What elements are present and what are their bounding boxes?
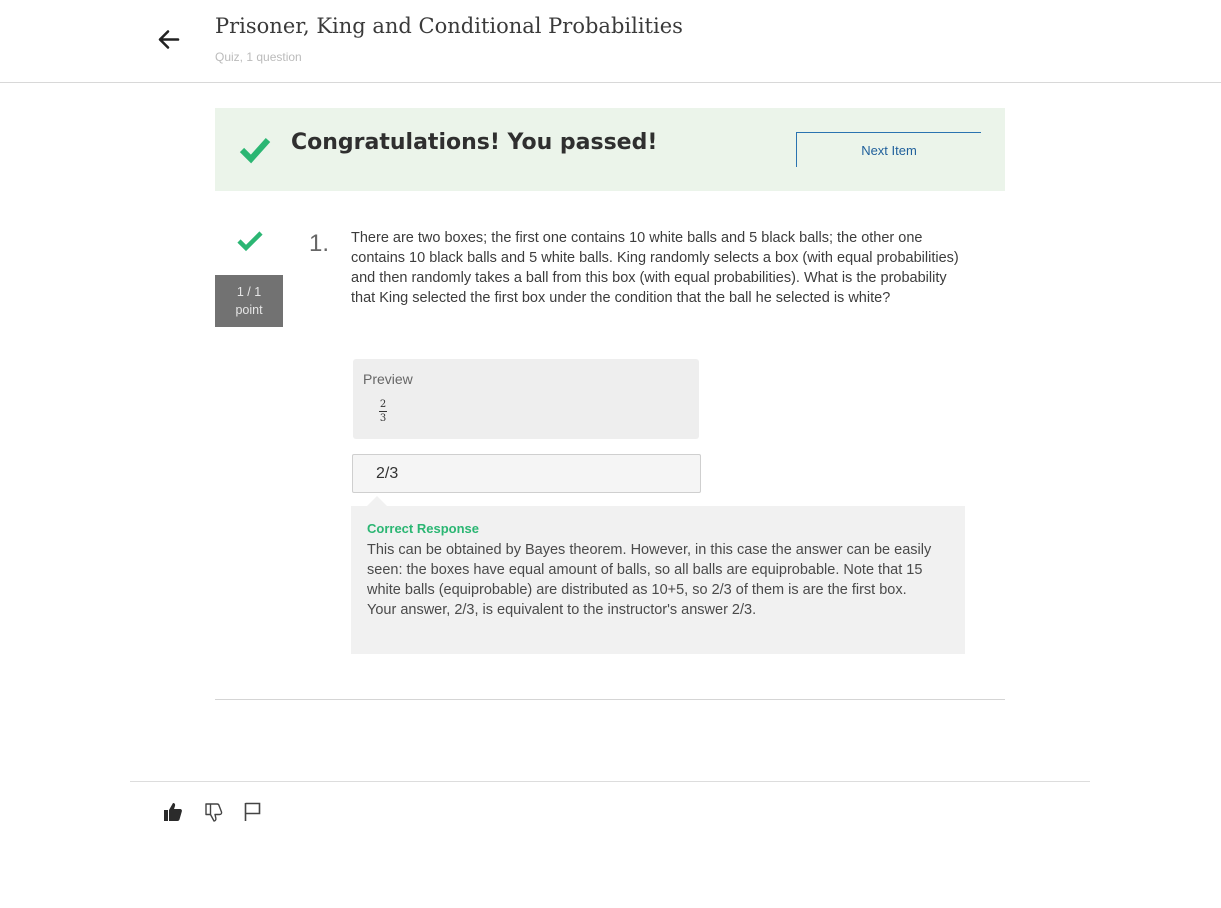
points-label: point: [235, 303, 263, 317]
feedback-panel: Correct Response This can be obtained by…: [351, 496, 965, 654]
divider: [215, 699, 1005, 700]
back-button[interactable]: [154, 25, 184, 55]
fraction-bar: [379, 411, 387, 412]
page-subtitle: Quiz, 1 question: [215, 50, 302, 64]
preview-label: Preview: [363, 371, 413, 387]
feedback-explanation: This can be obtained by Bayes theorem. H…: [367, 542, 932, 598]
checkmark-icon: [239, 137, 271, 164]
thumbs-up-icon: [164, 803, 182, 821]
question-text: There are two boxes; the first one conta…: [351, 230, 959, 306]
preview-fraction: 2 3: [379, 399, 387, 424]
feedback-pointer: [367, 496, 387, 506]
question-number: 1.: [309, 230, 330, 257]
points-badge: 1 / 1 point: [215, 275, 283, 327]
pass-banner: Congratulations! You passed! Next Item: [215, 108, 1005, 191]
divider: [130, 781, 1090, 782]
feedback-body: This can be obtained by Bayes theorem. H…: [367, 540, 937, 620]
checkmark-icon: [237, 231, 263, 252]
pass-message: Congratulations! You passed!: [291, 130, 658, 155]
next-item-button[interactable]: Next Item: [796, 132, 981, 167]
like-button[interactable]: [161, 800, 185, 824]
fraction-denominator: 3: [379, 413, 387, 424]
page-header: Prisoner, King and Conditional Probabili…: [0, 0, 1221, 83]
dislike-button[interactable]: [202, 800, 226, 824]
answer-input[interactable]: [352, 454, 701, 493]
thumbs-down-icon: [205, 803, 223, 822]
flag-button[interactable]: [241, 800, 265, 824]
points-score: 1 / 1: [236, 285, 262, 299]
page-title: Prisoner, King and Conditional Probabili…: [215, 14, 683, 38]
answer-preview: Preview 2 3: [353, 359, 699, 439]
arrow-left-icon: [158, 30, 180, 49]
flag-icon: [244, 802, 261, 821]
feedback-verdict: Your answer, 2/3, is equivalent to the i…: [367, 602, 757, 618]
fraction-numerator: 2: [379, 399, 387, 410]
feedback-title: Correct Response: [367, 521, 479, 536]
